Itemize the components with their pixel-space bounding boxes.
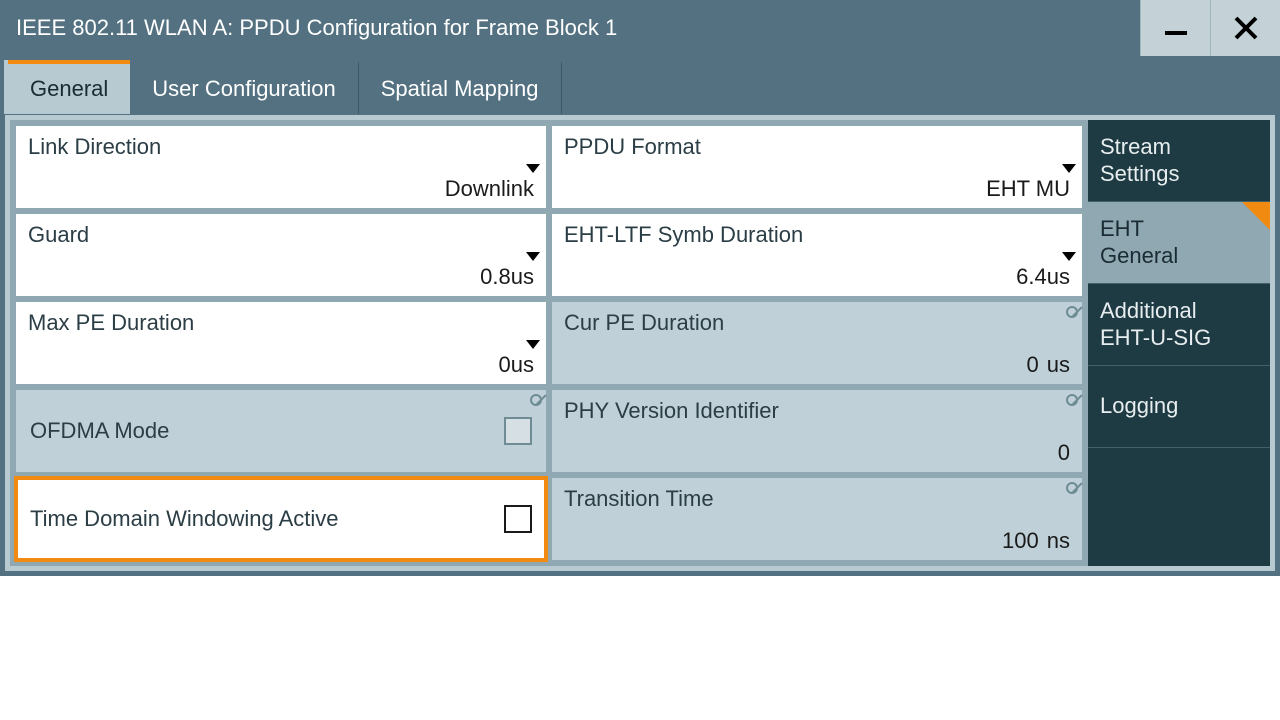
content-body: Link Direction Downlink PPDU Format EHT … [0, 114, 1280, 576]
field-value: 100ns [1002, 528, 1070, 554]
field-phy-version-identifier: PHY Version Identifier 0 [552, 390, 1082, 472]
field-value: EHT MU [986, 176, 1070, 202]
tab-general[interactable]: General [8, 60, 130, 114]
tab-spatial-mapping[interactable]: Spatial Mapping [359, 60, 562, 114]
readonly-icon [1066, 482, 1078, 494]
field-guard[interactable]: Guard 0.8us [16, 214, 546, 296]
minimize-button[interactable] [1140, 0, 1210, 56]
tab-label: Spatial Mapping [381, 76, 539, 102]
side-item-additional-eht-u-sig[interactable]: Additional EHT-U-SIG [1088, 284, 1270, 366]
field-label: Cur PE Duration [564, 310, 1070, 336]
tab-bar: General User Configuration Spatial Mappi… [0, 56, 1280, 114]
side-item-label: Logging [1100, 393, 1258, 419]
readonly-icon [1066, 306, 1078, 318]
field-value: 6.4us [1016, 264, 1070, 290]
close-icon [1231, 13, 1261, 43]
field-label: PHY Version Identifier [564, 398, 1070, 424]
side-item-label: EHT [1100, 216, 1258, 242]
field-label: Time Domain Windowing Active [30, 506, 339, 532]
field-value: 0 [1058, 440, 1070, 466]
field-time-domain-windowing-active[interactable]: Time Domain Windowing Active [16, 478, 546, 560]
field-transition-time: Transition Time 100ns [552, 478, 1082, 560]
field-label: OFDMA Mode [30, 418, 169, 444]
readonly-icon [530, 394, 542, 406]
window-title: IEEE 802.11 WLAN A: PPDU Configuration f… [16, 15, 617, 41]
tab-label: General [30, 76, 108, 102]
field-ofdma-mode: OFDMA Mode [16, 390, 546, 472]
side-item-label: General [1100, 243, 1258, 269]
field-label: Max PE Duration [28, 310, 534, 336]
dropdown-icon [526, 164, 540, 173]
side-fill [1088, 448, 1270, 566]
field-value: 0us [1027, 352, 1071, 378]
side-item-stream-settings[interactable]: Stream Settings [1088, 120, 1270, 202]
side-item-logging[interactable]: Logging [1088, 366, 1270, 448]
side-item-label: Additional [1100, 298, 1258, 324]
titlebar: IEEE 802.11 WLAN A: PPDU Configuration f… [0, 0, 1280, 56]
side-item-label: Settings [1100, 161, 1258, 187]
dropdown-icon [1062, 252, 1076, 261]
tdwa-checkbox[interactable] [504, 505, 532, 533]
minimize-icon [1161, 13, 1191, 43]
field-ppdu-format[interactable]: PPDU Format EHT MU [552, 126, 1082, 208]
field-label: PPDU Format [564, 134, 1070, 160]
tab-label: User Configuration [152, 76, 335, 102]
field-cur-pe-duration: Cur PE Duration 0us [552, 302, 1082, 384]
side-item-label: Stream [1100, 134, 1258, 160]
field-value: 0us [499, 352, 534, 378]
field-link-direction[interactable]: Link Direction Downlink [16, 126, 546, 208]
field-grid: Link Direction Downlink PPDU Format EHT … [10, 120, 1088, 566]
readonly-icon [1066, 394, 1078, 406]
field-label: Transition Time [564, 486, 1070, 512]
field-max-pe-duration[interactable]: Max PE Duration 0us [16, 302, 546, 384]
field-value: 0.8us [480, 264, 534, 290]
field-eht-ltf-symb-duration[interactable]: EHT-LTF Symb Duration 6.4us [552, 214, 1082, 296]
field-value: Downlink [445, 176, 534, 202]
field-label: Link Direction [28, 134, 534, 160]
window: IEEE 802.11 WLAN A: PPDU Configuration f… [0, 0, 1280, 576]
side-item-label: EHT-U-SIG [1100, 325, 1258, 351]
dropdown-icon [1062, 164, 1076, 173]
field-label: EHT-LTF Symb Duration [564, 222, 1070, 248]
close-button[interactable] [1210, 0, 1280, 56]
tab-user-configuration[interactable]: User Configuration [130, 60, 358, 114]
field-label: Guard [28, 222, 534, 248]
side-item-eht-general[interactable]: EHT General [1088, 202, 1270, 284]
ofdma-checkbox [504, 417, 532, 445]
dropdown-icon [526, 252, 540, 261]
side-nav: Stream Settings EHT General Additional E… [1088, 120, 1270, 566]
dropdown-icon [526, 340, 540, 349]
